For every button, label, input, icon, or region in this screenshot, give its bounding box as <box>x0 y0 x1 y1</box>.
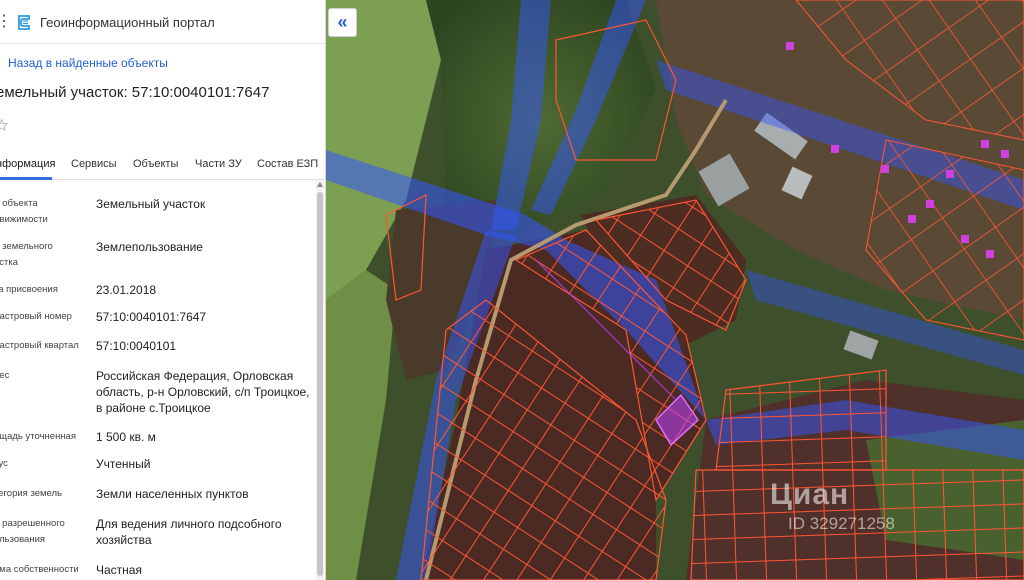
map-house <box>946 170 954 178</box>
tab-bar: нформация Сервисы Объекты Части ЗУ Соста… <box>0 150 325 180</box>
map-house <box>1001 150 1009 158</box>
watermark: Циан ID 329271258 <box>770 478 1020 538</box>
parcel-title: емельный участок: 57:10:0040101:7647 <box>0 84 270 101</box>
attribute-label: тус <box>0 458 8 469</box>
tab-ezp-composition[interactable]: Состав ЕЗП <box>257 158 318 170</box>
watermark-id: ID 329271258 <box>788 514 895 533</box>
watermark-logo: Циан <box>770 478 850 511</box>
attribute-label: ощадь уточненная <box>0 431 76 442</box>
back-to-results-link[interactable]: Назад в найденные объекты <box>8 56 168 70</box>
panel-header: ⋮ Геоинформационный портал <box>0 0 325 44</box>
attribute-value: Земельный участок <box>96 197 206 211</box>
portal-title: Геоинформационный портал <box>40 15 215 30</box>
map-house <box>981 140 989 148</box>
portal-logo-icon <box>18 15 30 30</box>
attribute-value: Частная <box>96 563 142 577</box>
active-tab-indicator <box>0 177 52 180</box>
map-house <box>881 165 889 173</box>
tab-objects[interactable]: Объекты <box>133 158 178 170</box>
attribute-label: рес <box>0 370 10 381</box>
map-house <box>786 42 794 50</box>
attribute-label: д объекта движимости <box>0 198 48 225</box>
double-chevron-left-icon: « <box>337 12 348 32</box>
map-house <box>831 145 839 153</box>
attribute-value: 1 500 кв. м <box>96 430 156 444</box>
attribute-value: Землепользование <box>96 240 203 254</box>
attribute-label: дастровый номер <box>0 311 72 322</box>
scroll-thumb[interactable] <box>317 192 323 576</box>
attribute-value: 57:10:0040101 <box>96 339 177 353</box>
attribute-label: тегория земель <box>0 488 62 499</box>
attribute-value: Для ведения личного подсобного хозяйства <box>96 517 282 547</box>
map-house <box>908 215 916 223</box>
star-icon[interactable]: ☆ <box>0 116 9 136</box>
attribute-value: 23.01.2018 <box>96 283 157 297</box>
panel-scrollbar[interactable] <box>316 180 324 580</box>
attribute-value: Земли населенных пунктов <box>96 487 249 501</box>
map-house <box>986 250 994 258</box>
attribute-label: д разрешенного ользования <box>0 518 65 545</box>
info-panel: ⋮ Геоинформационный портал Назад в найде… <box>0 0 326 580</box>
attribute-label: дастровый квартал <box>0 340 79 351</box>
attribute-value: Учтенный <box>96 457 151 471</box>
map-house <box>926 200 934 208</box>
collapse-panel-button[interactable]: « <box>328 8 357 37</box>
map-house <box>961 235 969 243</box>
tab-parcel-parts[interactable]: Части ЗУ <box>195 158 242 170</box>
attribute-value: Российская Федерация, Орловская область,… <box>96 369 310 415</box>
attribute-label: рма собственности <box>0 564 79 575</box>
tab-services[interactable]: Сервисы <box>71 158 117 170</box>
attribute-label: та присвоения <box>0 284 58 295</box>
attribute-value: 57:10:0040101:7647 <box>96 310 207 324</box>
attribute-label: д земельного астка <box>0 241 53 268</box>
scroll-up-icon[interactable] <box>317 182 323 187</box>
tab-information[interactable]: нформация <box>0 158 55 170</box>
menu-icon[interactable]: ⋮ <box>0 13 12 31</box>
